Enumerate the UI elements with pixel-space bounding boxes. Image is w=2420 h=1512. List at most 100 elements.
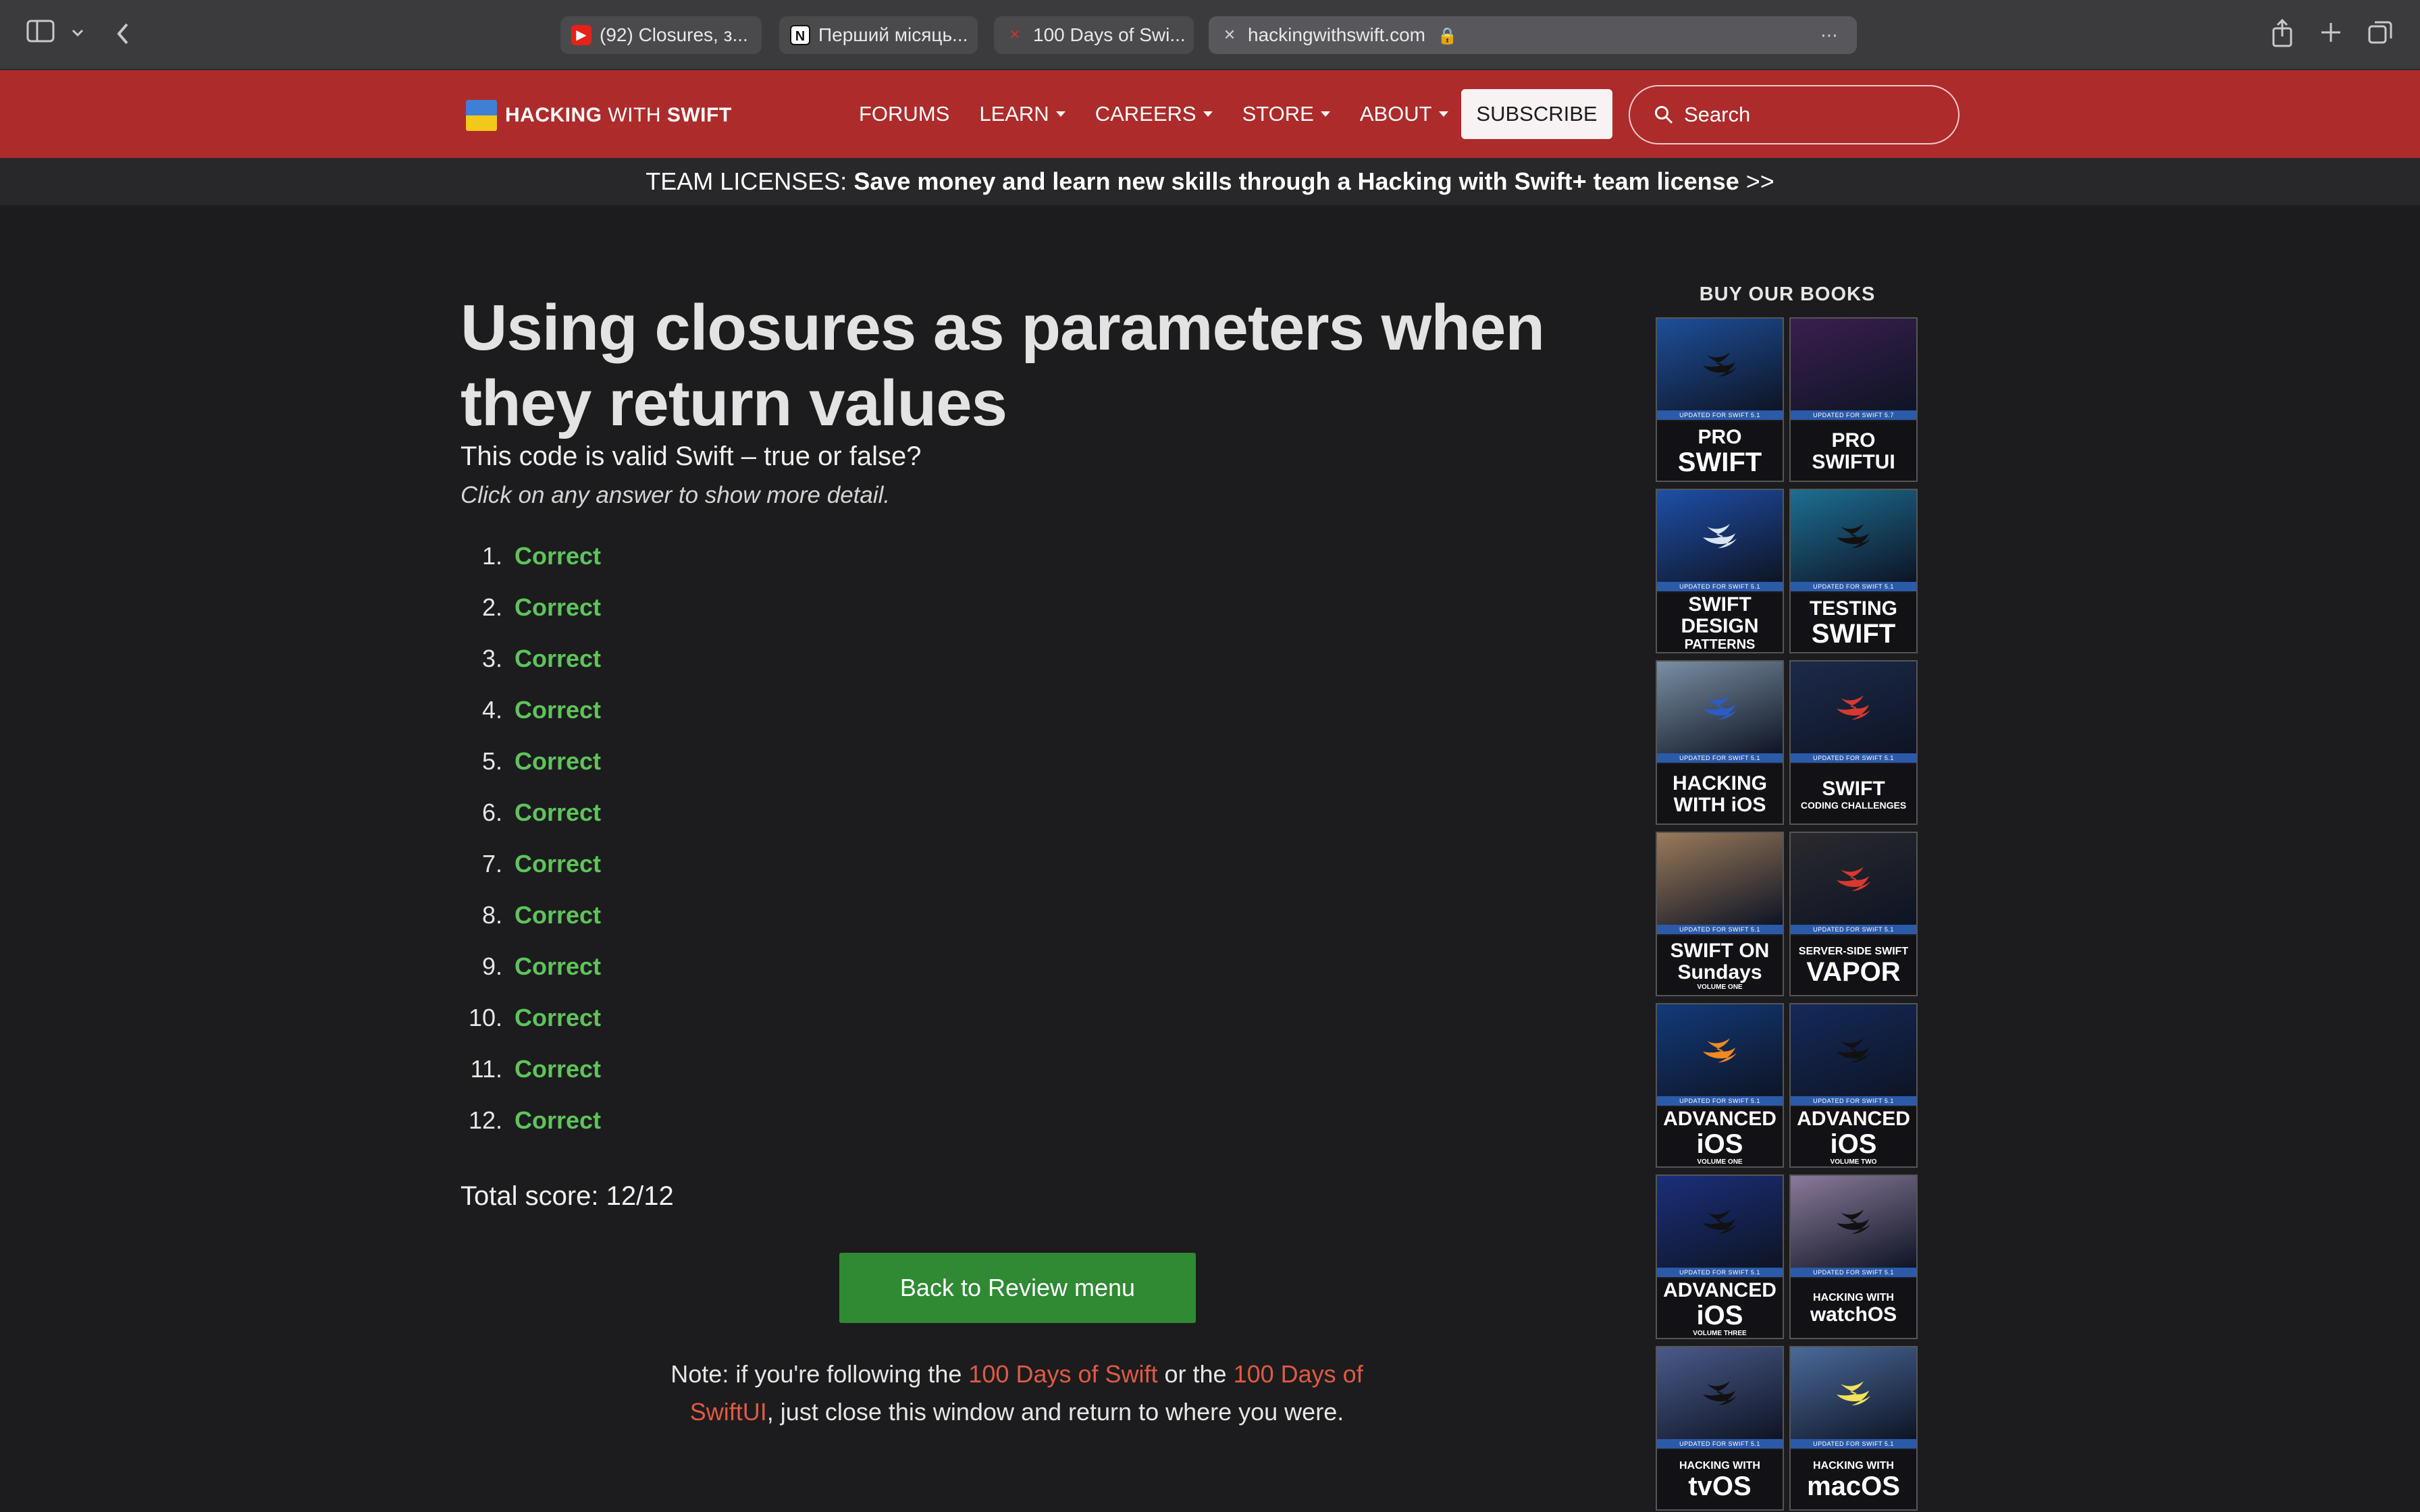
answer-result[interactable]: Correct <box>515 845 601 896</box>
book-art <box>1657 1347 1783 1439</box>
book-art <box>1791 1004 1916 1096</box>
book-cover[interactable]: UPDATED FOR SWIFT 5.1 HACKING WITH tvOS <box>1656 1346 1784 1511</box>
answer-result[interactable]: Correct <box>515 742 601 794</box>
book-title-line: VOLUME ONE <box>1697 983 1743 991</box>
book-title-line: SWIFT ON <box>1670 940 1770 962</box>
browser-tab-2[interactable]: N Перший місяць... <box>779 16 978 54</box>
answer-item[interactable]: 2. Correct <box>461 589 601 640</box>
subscribe-button[interactable]: SUBSCRIBE <box>1461 89 1612 139</box>
book-cover[interactable]: UPDATED FOR SWIFT 5.1 PRO SWIFT <box>1656 317 1784 482</box>
chevron-down-icon[interactable] <box>70 20 85 57</box>
answer-result[interactable]: Correct <box>515 794 601 845</box>
book-title-line: PRO <box>1831 429 1876 452</box>
book-cover[interactable]: UPDATED FOR SWIFT 5.1 SWIFT DESIGN PATTERNS <box>1656 489 1784 653</box>
book-strip: UPDATED FOR SWIFT 5.1 <box>1657 1268 1783 1277</box>
answer-number: 8. <box>481 901 502 929</box>
book-title: PRO SWIFT <box>1657 421 1783 481</box>
book-title: SWIFT DESIGN PATTERNS <box>1657 593 1783 652</box>
book-strip: UPDATED FOR SWIFT 5.1 <box>1791 582 1916 591</box>
nav-careers[interactable]: CAREERS <box>1095 102 1213 126</box>
swift-bird-icon <box>1703 1381 1737 1405</box>
swift-bird-icon <box>1703 352 1737 377</box>
nav-about[interactable]: ABOUT <box>1360 102 1448 126</box>
book-title-line: VAPOR <box>1806 957 1901 987</box>
search-input[interactable]: Search <box>1629 85 1959 144</box>
book-strip: UPDATED FOR SWIFT 5.1 <box>1791 1439 1916 1449</box>
book-cover[interactable]: UPDATED FOR SWIFT 5.1 HACKING WITH watchOS <box>1789 1174 1918 1339</box>
answer-item[interactable]: 9. Correct <box>461 948 601 999</box>
book-title: SWIFT CODING CHALLENGES <box>1791 764 1916 824</box>
swift-bird-icon <box>1837 524 1870 548</box>
sidebar-toggle-icon[interactable] <box>26 18 57 53</box>
answer-item[interactable]: 5. Correct <box>461 742 601 794</box>
new-tab-icon[interactable] <box>2319 20 2343 51</box>
tab-label: (92) Closures, з... <box>600 24 748 45</box>
browser-toolbar: ▶ (92) Closures, з... N Перший місяць...… <box>0 0 2420 70</box>
book-title: ADVANCED iOS VOLUME ONE <box>1657 1107 1783 1166</box>
book-cover[interactable]: UPDATED FOR SWIFT 5.1 TESTING SWIFT <box>1789 489 1918 653</box>
tab-label: Перший місяць... <box>818 24 968 45</box>
book-title-line: iOS <box>1830 1129 1877 1159</box>
book-cover[interactable]: UPDATED FOR SWIFT 5.7 PRO SWIFTUI <box>1789 317 1918 482</box>
book-title: HACKING WITH iOS <box>1657 764 1783 824</box>
book-title-line: ADVANCED <box>1663 1108 1777 1130</box>
book-title-line: SWIFT <box>1811 619 1896 649</box>
answer-result[interactable]: Correct <box>515 589 601 640</box>
answer-item[interactable]: 11. Correct <box>461 1050 601 1102</box>
back-to-review-button[interactable]: Back to Review menu <box>839 1253 1196 1323</box>
answer-result[interactable]: Correct <box>515 1102 601 1153</box>
answer-result[interactable]: Correct <box>515 691 601 742</box>
book-cover[interactable]: UPDATED FOR SWIFT 5.1 ADVANCED iOS VOLUME O… <box>1656 1003 1784 1168</box>
book-cover[interactable]: UPDATED FOR SWIFT 5.1 HACKING WITH iOS <box>1656 660 1784 825</box>
answer-item[interactable]: 10. Correct <box>461 999 601 1050</box>
book-strip: UPDATED FOR SWIFT 5.1 <box>1657 1439 1783 1449</box>
answer-result[interactable]: Correct <box>515 999 601 1050</box>
book-title-line: SWIFTUI <box>1812 451 1895 473</box>
answer-item[interactable]: 6. Correct <box>461 794 601 845</box>
book-title: SWIFT ON Sundays VOLUME ONE <box>1657 936 1783 995</box>
browser-tab-3[interactable]: ✕ 100 Days of Swi... <box>994 16 1194 54</box>
answer-result[interactable]: Correct <box>515 537 601 589</box>
search-placeholder: Search <box>1684 103 1751 126</box>
answer-result[interactable]: Correct <box>515 948 601 999</box>
book-title-line: Sundays <box>1677 961 1762 983</box>
site-navbar: HACKING WITH SWIFT FORUMS LEARN CAREERS … <box>0 70 2420 158</box>
close-tab-icon[interactable]: ✕ <box>1219 25 1240 45</box>
book-cover[interactable]: UPDATED FOR SWIFT 5.1 HACKING WITH macOS <box>1789 1346 1918 1511</box>
book-cover[interactable]: UPDATED FOR SWIFT 5.1 SWIFT CODING CHALLEN… <box>1789 660 1918 825</box>
nav-links: FORUMS LEARN CAREERS STORE ABOUT <box>859 70 1478 158</box>
back-icon[interactable] <box>113 19 132 58</box>
browser-tab-1[interactable]: ▶ (92) Closures, з... <box>560 16 762 54</box>
book-title-line: PATTERNS <box>1684 637 1756 652</box>
book-cover[interactable]: UPDATED FOR SWIFT 5.1 ADVANCED iOS VOLUME T… <box>1789 1003 1918 1168</box>
nav-store[interactable]: STORE <box>1242 102 1330 126</box>
answer-result[interactable]: Correct <box>515 640 601 691</box>
book-strip: UPDATED FOR SWIFT 5.1 <box>1791 1096 1916 1106</box>
share-icon[interactable] <box>2270 18 2294 55</box>
answer-item[interactable]: 4. Correct <box>461 691 601 742</box>
answer-number: 9. <box>481 952 502 980</box>
answer-item[interactable]: 12. Correct <box>461 1102 601 1153</box>
site-logo[interactable]: HACKING WITH SWIFT <box>466 100 732 131</box>
address-bar[interactable]: ✕ hackingwithswift.com 🔒 ⋯ <box>1209 16 1857 54</box>
nav-learn[interactable]: LEARN <box>979 102 1066 126</box>
answer-result[interactable]: Correct <box>515 896 601 948</box>
book-title: TESTING SWIFT <box>1791 593 1916 652</box>
team-license-banner[interactable]: TEAM LICENSES: Save money and learn new … <box>0 158 2420 205</box>
caret-down-icon <box>1203 111 1213 117</box>
tab-overview-icon[interactable] <box>2367 20 2393 52</box>
nav-forums[interactable]: FORUMS <box>859 102 949 126</box>
book-strip: UPDATED FOR SWIFT 5.1 <box>1657 1096 1783 1106</box>
answer-item[interactable]: 1. Correct <box>461 537 601 589</box>
swift-bird-icon <box>1703 1210 1737 1234</box>
answer-result[interactable]: Correct <box>515 1050 601 1102</box>
answer-number: 6. <box>481 799 502 826</box>
book-cover[interactable]: UPDATED FOR SWIFT 5.1 ADVANCED iOS VOLUME T… <box>1656 1174 1784 1339</box>
answer-item[interactable]: 8. Correct <box>461 896 601 948</box>
book-cover[interactable]: UPDATED FOR SWIFT 5.1 SWIFT ON Sundays VOLU… <box>1656 832 1784 996</box>
answer-item[interactable]: 7. Correct <box>461 845 601 896</box>
book-cover[interactable]: UPDATED FOR SWIFT 5.1 SERVER-SIDE SWIFT VA… <box>1789 832 1918 996</box>
answer-item[interactable]: 3. Correct <box>461 640 601 691</box>
link-100-days-swift[interactable]: 100 Days of Swift <box>968 1360 1157 1388</box>
page-menu-icon[interactable]: ⋯ <box>1820 16 1838 54</box>
